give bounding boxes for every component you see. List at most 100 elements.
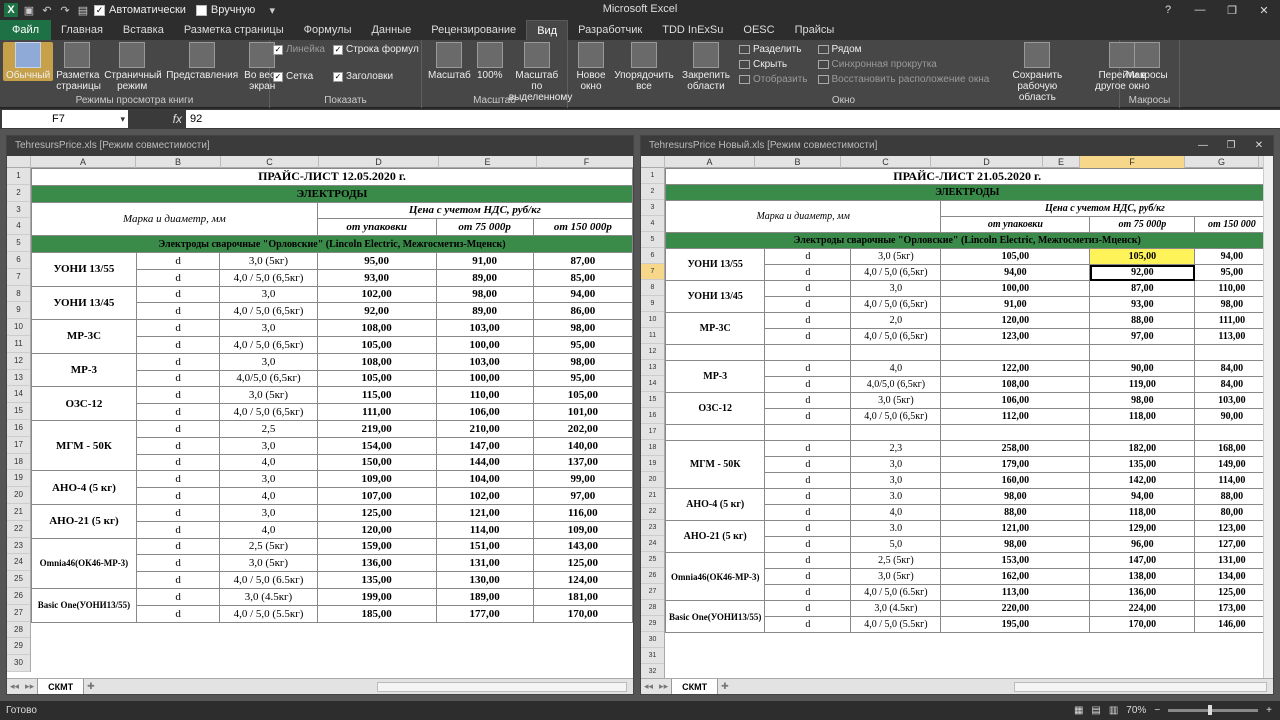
- cell-price-150k[interactable]: 123,00: [1194, 520, 1270, 537]
- cell-price-75k[interactable]: 104,00: [435, 470, 534, 489]
- cell-price-pack[interactable]: 154,00: [316, 436, 437, 455]
- cell-size[interactable]: 4,0 / 5,0 (5.5кг): [850, 616, 942, 633]
- cell-type[interactable]: d: [135, 587, 221, 606]
- cell-size[interactable]: 3,0: [850, 456, 942, 473]
- cell-price-pack[interactable]: 160,00: [940, 472, 1091, 489]
- price-tier-header[interactable]: от упаковки: [316, 218, 437, 237]
- column-header-c[interactable]: C: [841, 156, 931, 168]
- cell-price-pack[interactable]: 153,00: [940, 552, 1091, 569]
- cell-price-150k[interactable]: 116,00: [532, 503, 633, 522]
- cell-price-pack[interactable]: 108,00: [940, 376, 1091, 393]
- row-header-28[interactable]: 28: [7, 622, 30, 639]
- cell-price-150k[interactable]: 202,00: [532, 419, 633, 438]
- row-header-25[interactable]: 25: [7, 571, 30, 588]
- cell-price-150k[interactable]: 84,00: [1194, 376, 1270, 393]
- right-horizontal-scrollbar[interactable]: [1014, 681, 1267, 692]
- price-list-title[interactable]: ПРАЙС-ЛИСТ 12.05.2020 г.: [31, 168, 633, 186]
- cell-size[interactable]: 3,0 (5кг): [850, 248, 942, 265]
- cell-price-150k[interactable]: 125,00: [1194, 584, 1270, 601]
- cell-price-150k[interactable]: 90,00: [1194, 408, 1270, 425]
- arrange-all-button[interactable]: Упорядочить все: [611, 42, 677, 92]
- cell-type[interactable]: d: [135, 520, 221, 539]
- sheet-tab-skmt[interactable]: СКМТ: [671, 678, 719, 694]
- cell-size[interactable]: 4,0: [219, 520, 318, 539]
- cell-size[interactable]: 4,0 / 5,0 (6.5кг): [850, 584, 942, 601]
- cell-price-75k[interactable]: 105,00: [1089, 248, 1196, 265]
- cell-price-75k[interactable]: 118,00: [1089, 408, 1196, 425]
- cell-size[interactable]: 4,0: [850, 504, 942, 521]
- cell-price-pack[interactable]: 112,00: [940, 408, 1091, 425]
- zoom-slider[interactable]: [1168, 705, 1259, 715]
- brand-diameter-header[interactable]: Марка и диаметр, мм: [31, 201, 318, 237]
- cell-price-150k[interactable]: 85,00: [532, 268, 633, 287]
- cell-price-150k[interactable]: [1194, 424, 1270, 441]
- cell-size[interactable]: 4,0 / 5,0 (6,5кг): [219, 403, 318, 421]
- tab-tdd[interactable]: TDD InExSu: [652, 20, 733, 40]
- column-header-d[interactable]: D: [319, 156, 439, 168]
- cell-price-150k[interactable]: 149,00: [1194, 456, 1270, 473]
- cell-price-pack[interactable]: 122,00: [940, 360, 1091, 377]
- cell-price-150k[interactable]: 98,00: [532, 352, 633, 371]
- cell-price-150k[interactable]: 95,00: [1194, 264, 1270, 281]
- cell-price-75k[interactable]: 135,00: [1089, 456, 1196, 473]
- cell-type[interactable]: d: [764, 296, 852, 313]
- row-header-30[interactable]: 30: [641, 632, 664, 648]
- cell-price-pack[interactable]: 123,00: [940, 328, 1091, 345]
- row-header-21[interactable]: 21: [641, 488, 664, 504]
- cell-price-75k[interactable]: 97,00: [1089, 328, 1196, 345]
- row-header-19[interactable]: 19: [7, 470, 30, 488]
- cell-price-75k[interactable]: 100,00: [435, 369, 534, 388]
- cell-price-150k[interactable]: 134,00: [1194, 568, 1270, 585]
- cell-type[interactable]: d: [135, 436, 221, 455]
- cell-type[interactable]: [764, 344, 852, 361]
- name-box[interactable]: F7: [2, 110, 128, 128]
- row-header-5[interactable]: 5: [641, 232, 664, 248]
- tab-prices[interactable]: Прайсы: [785, 20, 845, 40]
- group-orlovskie[interactable]: Электроды сварочные "Орловские" (Lincoln…: [31, 235, 633, 253]
- cell-price-75k[interactable]: 136,00: [1089, 584, 1196, 601]
- customize-dropdown-icon[interactable]: ▾: [265, 3, 279, 17]
- cell-price-75k[interactable]: 170,00: [1089, 616, 1196, 633]
- cell-price-75k[interactable]: 129,00: [1089, 520, 1196, 537]
- cell-price-150k[interactable]: 113,00: [1194, 328, 1270, 345]
- cell-price-150k[interactable]: 87,00: [532, 251, 633, 270]
- cell-size[interactable]: 3.0: [850, 520, 942, 537]
- cell-size[interactable]: 4,0/5,0 (6,5кг): [219, 369, 318, 388]
- row-header-18[interactable]: 18: [641, 440, 664, 456]
- ruler-checkbox[interactable]: ✓ Линейка: [273, 44, 325, 55]
- cell-price-75k[interactable]: 182,00: [1089, 440, 1196, 457]
- row-header-6[interactable]: 6: [7, 252, 30, 269]
- cell-size[interactable]: 2,5 (5кг): [219, 537, 318, 556]
- cell-price-150k[interactable]: 114,00: [1194, 472, 1270, 489]
- column-header-b[interactable]: B: [755, 156, 841, 168]
- product-name[interactable]: МГМ - 50К: [664, 440, 766, 489]
- cell-price-pack[interactable]: 258,00: [940, 440, 1091, 457]
- cell-price-75k[interactable]: 102,00: [435, 487, 534, 505]
- cell-size[interactable]: 2,5 (5кг): [850, 552, 942, 569]
- cell-size[interactable]: 2,0: [850, 312, 942, 329]
- row-header-20[interactable]: 20: [641, 472, 664, 488]
- row-header-25[interactable]: 25: [641, 552, 664, 568]
- cell-type[interactable]: d: [764, 472, 852, 489]
- cell-price-pack[interactable]: 94,00: [940, 264, 1091, 281]
- tab-developer[interactable]: Разработчик: [568, 20, 652, 40]
- tab-insert[interactable]: Вставка: [113, 20, 174, 40]
- cell-size[interactable]: 4,0 / 5,0 (6,5кг): [850, 408, 942, 425]
- cell-price-75k[interactable]: 114,00: [435, 520, 534, 539]
- cell-type[interactable]: d: [764, 280, 852, 297]
- cell-price-150k[interactable]: 101,00: [532, 403, 633, 421]
- product-name[interactable]: Basic One(УОНИ13/55): [31, 587, 137, 623]
- cell-price-75k[interactable]: 118,00: [1089, 504, 1196, 521]
- row-header-21[interactable]: 21: [7, 504, 30, 521]
- select-all-corner[interactable]: [641, 156, 665, 168]
- row-header-3[interactable]: 3: [7, 202, 30, 219]
- cell-price-pack[interactable]: 125,00: [316, 503, 437, 522]
- row-header-9[interactable]: 9: [7, 302, 30, 320]
- cell-price-150k[interactable]: 127,00: [1194, 536, 1270, 553]
- cell-price-75k[interactable]: 106,00: [435, 403, 534, 421]
- cell-price-pack[interactable]: 105,00: [940, 248, 1091, 265]
- cell-type[interactable]: d: [135, 537, 221, 556]
- cell-type[interactable]: d: [764, 328, 852, 345]
- side-by-side-button[interactable]: Рядом: [817, 44, 990, 55]
- cell-price-150k[interactable]: 105,00: [532, 386, 633, 405]
